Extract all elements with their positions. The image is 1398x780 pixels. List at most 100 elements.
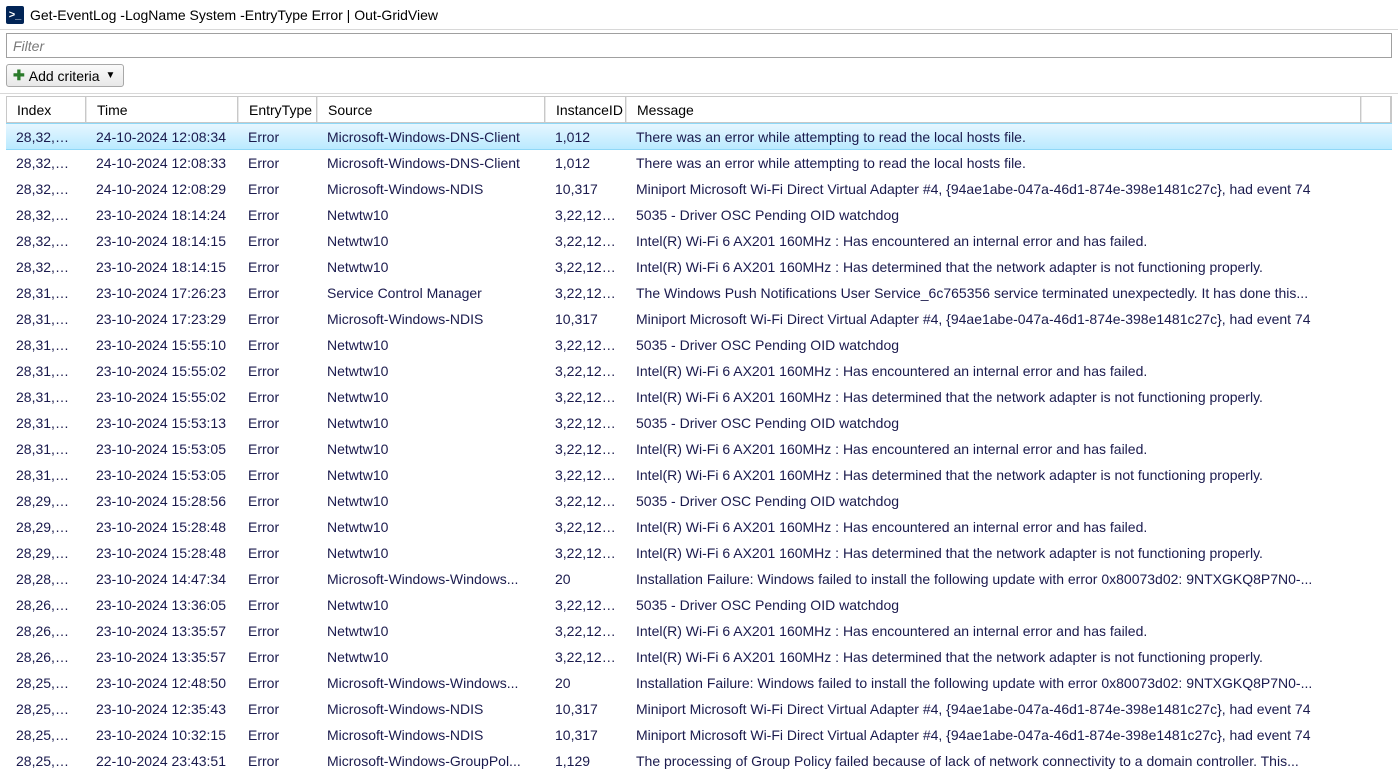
cell-source: Netwtw10 [317, 467, 545, 483]
cell-message: 5035 - Driver OSC Pending OID watchdog [626, 493, 1392, 509]
table-row[interactable]: 28,29,67723-10-2024 15:28:48ErrorNetwtw1… [6, 514, 1392, 540]
table-row[interactable]: 28,32,59224-10-2024 12:08:34ErrorMicroso… [6, 123, 1392, 150]
table-row[interactable]: 28,29,67623-10-2024 15:28:48ErrorNetwtw1… [6, 540, 1392, 566]
table-row[interactable]: 28,26,39923-10-2024 13:36:05ErrorNetwtw1… [6, 592, 1392, 618]
cell-entrytype: Error [238, 701, 317, 717]
cell-instanceid: 3,22,12,3... [545, 441, 626, 457]
cell-instanceid: 3,22,12,3... [545, 649, 626, 665]
table-row[interactable]: 28,32,02723-10-2024 18:14:15ErrorNetwtw1… [6, 254, 1392, 280]
cell-source: Service Control Manager [317, 285, 545, 301]
cell-source: Netwtw10 [317, 519, 545, 535]
table-row[interactable]: 28,31,38423-10-2024 15:55:10ErrorNetwtw1… [6, 332, 1392, 358]
cell-message: Intel(R) Wi-Fi 6 AX201 160MHz : Has dete… [626, 545, 1392, 561]
cell-message: Installation Failure: Windows failed to … [626, 571, 1392, 587]
cell-time: 24-10-2024 12:08:33 [86, 155, 238, 171]
table-row[interactable]: 28,32,02823-10-2024 18:14:15ErrorNetwtw1… [6, 228, 1392, 254]
add-criteria-button[interactable]: ✚ Add criteria ▼ [6, 64, 124, 87]
table-row[interactable]: 28,31,38023-10-2024 15:55:02ErrorNetwtw1… [6, 384, 1392, 410]
table-row[interactable]: 28,31,19923-10-2024 15:53:13ErrorNetwtw1… [6, 410, 1392, 436]
cell-index: 28,26,399 [6, 597, 86, 613]
cell-message: Intel(R) Wi-Fi 6 AX201 160MHz : Has enco… [626, 441, 1392, 457]
table-row[interactable]: 28,32,58924-10-2024 12:08:33ErrorMicroso… [6, 150, 1392, 176]
table-row[interactable]: 28,31,70923-10-2024 17:26:23ErrorService… [6, 280, 1392, 306]
cell-index: 28,32,027 [6, 259, 86, 275]
criteria-bar: ✚ Add criteria ▼ [0, 61, 1398, 94]
cell-instanceid: 20 [545, 675, 626, 691]
cell-source: Microsoft-Windows-DNS-Client [317, 129, 545, 145]
cell-index: 28,25,680 [6, 701, 86, 717]
column-header-entrytype[interactable]: EntryType [238, 97, 317, 122]
cell-entrytype: Error [238, 389, 317, 405]
table-row[interactable]: 28,31,19723-10-2024 15:53:05ErrorNetwtw1… [6, 436, 1392, 462]
powershell-icon: >_ [6, 6, 24, 24]
cell-instanceid: 3,22,12,3... [545, 519, 626, 535]
cell-entrytype: Error [238, 571, 317, 587]
cell-message: 5035 - Driver OSC Pending OID watchdog [626, 207, 1392, 223]
column-header-message[interactable]: Message [626, 97, 1361, 122]
plus-icon: ✚ [13, 67, 25, 84]
cell-source: Microsoft-Windows-GroupPol... [317, 753, 545, 769]
table-row[interactable]: 28,28,14523-10-2024 14:47:34ErrorMicroso… [6, 566, 1392, 592]
cell-time: 23-10-2024 18:14:15 [86, 233, 238, 249]
table-row[interactable]: 28,26,39423-10-2024 13:35:57ErrorNetwtw1… [6, 644, 1392, 670]
cell-index: 28,31,196 [6, 467, 86, 483]
cell-entrytype: Error [238, 623, 317, 639]
cell-entrytype: Error [238, 285, 317, 301]
table-row[interactable]: 28,25,31522-10-2024 23:43:51ErrorMicroso… [6, 748, 1392, 774]
cell-time: 23-10-2024 17:26:23 [86, 285, 238, 301]
cell-message: Miniport Microsoft Wi-Fi Direct Virtual … [626, 181, 1392, 197]
cell-time: 24-10-2024 12:08:29 [86, 181, 238, 197]
cell-source: Microsoft-Windows-NDIS [317, 311, 545, 327]
grid-body: 28,32,59224-10-2024 12:08:34ErrorMicroso… [6, 123, 1392, 774]
column-header-instanceid[interactable]: InstanceID [545, 97, 626, 122]
cell-instanceid: 3,22,12,3... [545, 285, 626, 301]
filter-input[interactable] [6, 33, 1392, 58]
cell-entrytype: Error [238, 519, 317, 535]
cell-time: 23-10-2024 15:28:48 [86, 545, 238, 561]
cell-index: 28,26,395 [6, 623, 86, 639]
table-row[interactable]: 28,32,03023-10-2024 18:14:24ErrorNetwtw1… [6, 202, 1392, 228]
filter-bar [0, 30, 1398, 61]
table-row[interactable]: 28,32,57824-10-2024 12:08:29ErrorMicroso… [6, 176, 1392, 202]
table-row[interactable]: 28,25,73423-10-2024 12:48:50ErrorMicroso… [6, 670, 1392, 696]
cell-entrytype: Error [238, 233, 317, 249]
cell-instanceid: 3,22,12,3... [545, 389, 626, 405]
cell-entrytype: Error [238, 155, 317, 171]
table-row[interactable]: 28,25,35023-10-2024 10:32:15ErrorMicroso… [6, 722, 1392, 748]
table-row[interactable]: 28,25,68023-10-2024 12:35:43ErrorMicroso… [6, 696, 1392, 722]
table-row[interactable]: 28,29,67823-10-2024 15:28:56ErrorNetwtw1… [6, 488, 1392, 514]
table-row[interactable]: 28,31,67623-10-2024 17:23:29ErrorMicroso… [6, 306, 1392, 332]
cell-instanceid: 3,22,12,3... [545, 207, 626, 223]
table-row[interactable]: 28,31,19623-10-2024 15:53:05ErrorNetwtw1… [6, 462, 1392, 488]
cell-instanceid: 10,317 [545, 727, 626, 743]
cell-message: There was an error while attempting to r… [626, 129, 1392, 145]
cell-index: 28,29,676 [6, 545, 86, 561]
table-row[interactable]: 28,31,38123-10-2024 15:55:02ErrorNetwtw1… [6, 358, 1392, 384]
cell-time: 23-10-2024 15:28:48 [86, 519, 238, 535]
title-bar: >_ Get-EventLog -LogName System -EntryTy… [0, 0, 1398, 30]
cell-time: 23-10-2024 13:35:57 [86, 649, 238, 665]
cell-instanceid: 3,22,12,3... [545, 233, 626, 249]
cell-index: 28,28,145 [6, 571, 86, 587]
cell-instanceid: 20 [545, 571, 626, 587]
cell-source: Microsoft-Windows-NDIS [317, 181, 545, 197]
column-header-index[interactable]: Index [6, 97, 86, 122]
cell-source: Microsoft-Windows-Windows... [317, 571, 545, 587]
cell-time: 24-10-2024 12:08:34 [86, 129, 238, 145]
cell-source: Netwtw10 [317, 233, 545, 249]
cell-message: Miniport Microsoft Wi-Fi Direct Virtual … [626, 701, 1392, 717]
cell-message: Intel(R) Wi-Fi 6 AX201 160MHz : Has dete… [626, 259, 1392, 275]
cell-instanceid: 1,129 [545, 753, 626, 769]
cell-entrytype: Error [238, 545, 317, 561]
cell-time: 23-10-2024 12:48:50 [86, 675, 238, 691]
cell-time: 23-10-2024 18:14:15 [86, 259, 238, 275]
cell-index: 28,25,350 [6, 727, 86, 743]
cell-message: Installation Failure: Windows failed to … [626, 675, 1392, 691]
column-header-source[interactable]: Source [317, 97, 545, 122]
cell-entrytype: Error [238, 493, 317, 509]
table-row[interactable]: 28,26,39523-10-2024 13:35:57ErrorNetwtw1… [6, 618, 1392, 644]
cell-instanceid: 3,22,12,3... [545, 415, 626, 431]
column-header-time[interactable]: Time [86, 97, 238, 122]
cell-time: 23-10-2024 17:23:29 [86, 311, 238, 327]
cell-instanceid: 10,317 [545, 181, 626, 197]
